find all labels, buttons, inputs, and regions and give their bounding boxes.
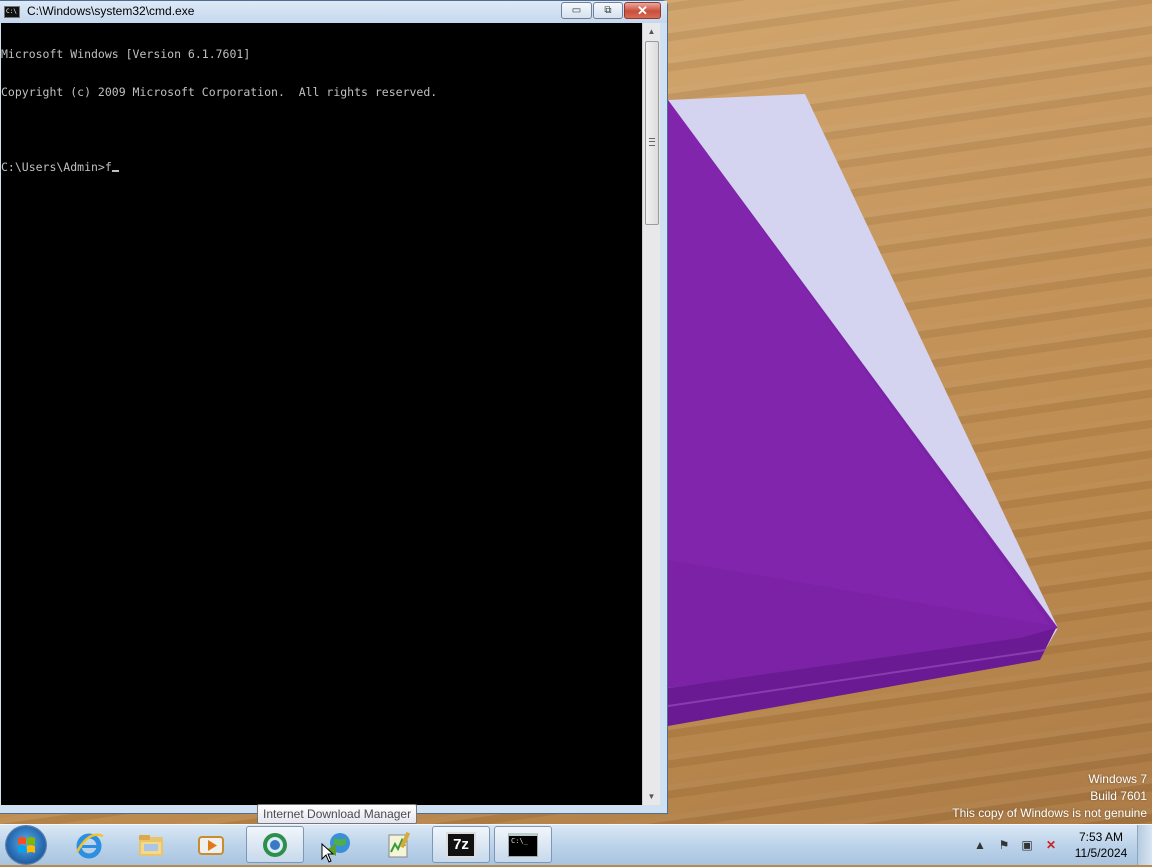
windows-logo-icon [18,837,35,853]
taskbar: 7z C:\_ ▲ ⚑ ▣ ✕ 7:53 AM 11/5/2024 [0,824,1152,865]
console-line: Copyright (c) 2009 Microsoft Corporation… [1,84,438,99]
network-icon[interactable]: ▣ [1019,837,1035,853]
maximize-button[interactable]: ⧉ [593,2,623,19]
ie-icon [75,833,104,858]
mouse-pointer-icon [321,843,335,863]
console-prompt-line: C:\Users\Admin>f [1,159,642,174]
scrollbar-grip-icon [649,138,655,146]
console-line: Microsoft Windows [Version 6.1.7601] [1,47,251,61]
action-center-flag-icon[interactable]: ⚑ [996,837,1012,853]
show-hidden-icons-chevron-icon[interactable]: ▲ [972,837,988,853]
cmd-window[interactable]: C:\ C:\Windows\system32\cmd.exe ▭ ⧉ ✕ Mi… [0,0,668,814]
cmd-icon: C:\_ [508,832,538,857]
taskbar-media-player[interactable] [182,826,240,863]
taskbar-command-prompt[interactable]: C:\_ [494,826,552,863]
taskbar-clock[interactable]: 7:53 AM 11/5/2024 [1066,829,1136,861]
windows-genuine-watermark: Windows 7 Build 7601 This copy of Window… [952,771,1147,822]
clock-time: 7:53 AM [1078,830,1124,844]
clock-date: 11/5/2024 [1074,846,1128,860]
scrollbar-thumb[interactable] [645,41,659,225]
taskbar-network-app[interactable] [308,826,366,863]
7zip-icon: 7z [446,831,476,858]
window-titlebar[interactable]: C:\ C:\Windows\system32\cmd.exe ▭ ⧉ ✕ [0,1,667,23]
watermark-os: Windows 7 [1088,772,1147,786]
watermark-build: Build 7601 [1090,789,1147,803]
console-output[interactable]: Microsoft Windows [Version 6.1.7601] Cop… [1,23,642,805]
scroll-down-arrow-icon[interactable]: ▼ [643,788,660,805]
folder-icon [139,834,163,856]
console-prompt: C:\Users\Admin>f [1,159,112,174]
show-desktop-button[interactable] [1137,825,1152,865]
window-title: C:\Windows\system32\cmd.exe [27,4,195,18]
idm-icon [263,832,287,857]
volume-muted-icon[interactable]: ✕ [1043,837,1059,853]
minimize-button[interactable]: ▭ [561,2,592,19]
media-player-icon [198,835,224,855]
cmd-window-icon[interactable]: C:\ [4,6,20,18]
notepad-icon [388,831,411,857]
taskbar-windows-explorer[interactable] [122,826,180,863]
close-button[interactable]: ✕ [624,2,661,19]
text-cursor [111,169,119,172]
taskbar-notepad-app[interactable] [370,826,428,863]
taskbar-internet-download-manager[interactable] [246,826,304,863]
watermark-genuine-notice: This copy of Windows is not genuine [952,806,1147,820]
taskbar-7zip[interactable]: 7z [432,826,490,863]
start-button[interactable] [6,826,46,864]
taskbar-tooltip: Internet Download Manager [257,804,418,824]
vertical-scrollbar[interactable]: ▲ ▼ [642,23,660,805]
taskbar-internet-explorer[interactable] [60,826,118,863]
scroll-up-arrow-icon[interactable]: ▲ [643,23,660,40]
